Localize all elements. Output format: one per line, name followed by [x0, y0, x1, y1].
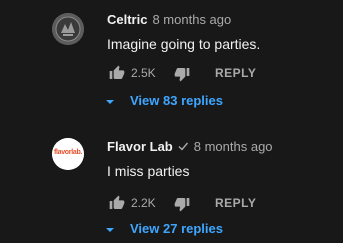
avatar[interactable] — [52, 13, 84, 45]
thumb-up-icon[interactable] — [109, 195, 125, 211]
comment-text: Imagine going to parties. — [107, 36, 261, 52]
comment-actions: 2.5K REPLY — [107, 63, 337, 83]
author-name[interactable]: Celtric — [107, 12, 147, 27]
comment-timestamp[interactable]: 8 months ago — [194, 139, 273, 154]
comment-text: I miss parties — [107, 163, 190, 179]
author-name[interactable]: Flavor Lab — [107, 139, 173, 154]
author-line: Flavor Lab 8 months ago — [107, 138, 273, 156]
reply-button[interactable]: REPLY — [215, 195, 256, 211]
thumb-up-icon[interactable] — [109, 65, 125, 81]
verified-check-icon — [178, 142, 188, 151]
caret-down-icon — [106, 100, 114, 104]
caret-down-icon — [106, 228, 114, 232]
view-replies-button[interactable]: View 27 replies — [104, 219, 244, 239]
avatar-logo-text: flavorlab. — [53, 149, 83, 156]
view-replies-button[interactable]: View 83 replies — [104, 91, 244, 111]
like-count: 2.2K — [131, 196, 156, 210]
view-replies-label: View 27 replies — [130, 221, 223, 236]
view-replies-label: View 83 replies — [130, 93, 223, 108]
avatar-image — [52, 13, 84, 45]
comment-actions: 2.2K REPLY — [107, 193, 337, 213]
comment-timestamp[interactable]: 8 months ago — [152, 12, 231, 27]
thumb-down-icon[interactable] — [174, 66, 190, 82]
like-count: 2.5K — [131, 66, 156, 80]
author-line: Celtric 8 months ago — [107, 11, 231, 29]
avatar[interactable]: flavorlab. — [52, 138, 84, 170]
thumb-down-icon[interactable] — [174, 196, 190, 212]
reply-button[interactable]: REPLY — [215, 65, 256, 81]
